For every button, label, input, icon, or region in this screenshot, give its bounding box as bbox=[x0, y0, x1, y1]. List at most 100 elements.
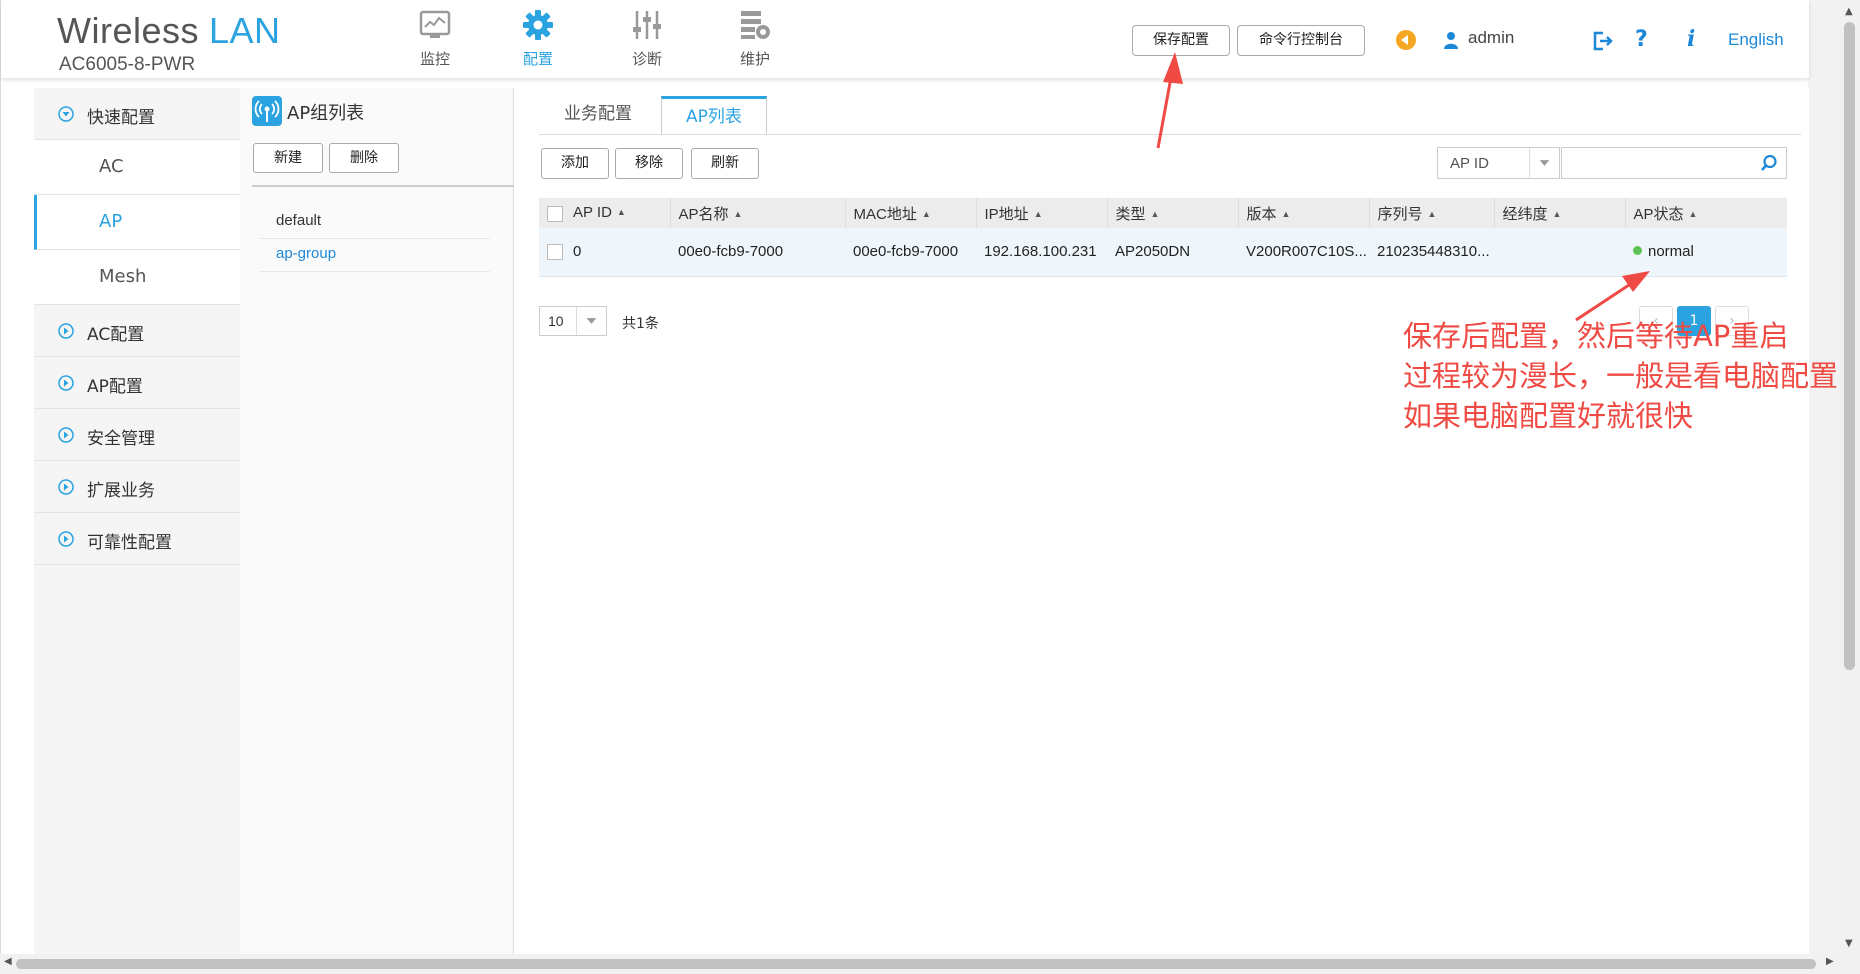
remove-ap-button[interactable]: 移除 bbox=[615, 148, 683, 179]
col-label: 序列号 bbox=[1377, 205, 1423, 223]
cell-text: 0 bbox=[573, 243, 582, 261]
col-header-mac[interactable]: MAC地址 ▲ bbox=[845, 198, 977, 228]
user-name[interactable]: admin bbox=[1468, 28, 1514, 48]
sidebar-item-label: AC bbox=[99, 156, 124, 177]
col-header-status[interactable]: AP状态 ▲ bbox=[1625, 198, 1787, 228]
chevron-down-icon bbox=[576, 307, 597, 335]
main-content: 业务配置 AP列表 添加 移除 刷新 AP ID AP ID ▲ AP名称 ▲ bbox=[515, 88, 1809, 954]
col-header-ap-id[interactable]: AP ID ▲ bbox=[539, 198, 671, 228]
device-model: AC6005-8-PWR bbox=[59, 54, 196, 75]
col-header-coords[interactable]: 经纬度 ▲ bbox=[1494, 198, 1626, 228]
sort-asc-icon: ▲ bbox=[921, 208, 931, 219]
col-header-type[interactable]: 类型 ▲ bbox=[1107, 198, 1239, 228]
group-item-default[interactable]: default bbox=[276, 212, 321, 229]
scroll-up-icon[interactable]: ▲ bbox=[1845, 6, 1853, 17]
status-text: normal bbox=[1648, 243, 1694, 261]
scroll-thumb[interactable] bbox=[1844, 22, 1855, 670]
sidebar-section-ap-config[interactable]: AP配置 bbox=[34, 357, 240, 409]
alarm-icon[interactable] bbox=[1395, 29, 1417, 51]
cli-console-button[interactable]: 命令行控制台 bbox=[1237, 25, 1365, 56]
new-group-button[interactable]: 新建 bbox=[253, 143, 323, 173]
wireless-ap-icon bbox=[252, 96, 282, 126]
scroll-left-icon[interactable]: ◀ bbox=[4, 956, 12, 967]
sidebar-item-mesh[interactable]: Mesh bbox=[34, 250, 240, 305]
group-divider bbox=[252, 185, 514, 187]
ap-group-panel: AP组列表 新建 删除 default ap-group bbox=[240, 88, 514, 954]
sidebar-item-label: AP bbox=[99, 211, 123, 232]
sidebar-section-extended[interactable]: 扩展业务 bbox=[34, 461, 240, 513]
sort-asc-icon: ▲ bbox=[1281, 208, 1291, 219]
tab-ap-list[interactable]: AP列表 bbox=[661, 96, 767, 134]
search-icon[interactable] bbox=[1760, 154, 1778, 172]
user-icon bbox=[1444, 32, 1458, 49]
sort-asc-icon: ▲ bbox=[1552, 208, 1562, 219]
select-all-checkbox[interactable] bbox=[547, 205, 563, 222]
sidebar-section-label: AC配置 bbox=[87, 325, 145, 345]
nav-diagnose-label: 诊断 bbox=[631, 50, 662, 68]
annotation-line: 过程较为漫长，一般是看电脑配置 bbox=[1403, 359, 1839, 393]
col-header-serial[interactable]: 序列号 ▲ bbox=[1369, 198, 1495, 228]
nav-config[interactable]: 配置 bbox=[502, 8, 574, 70]
language-switch-link[interactable]: English bbox=[1728, 30, 1784, 50]
sidebar-section-label: 安全管理 bbox=[87, 429, 155, 449]
chevron-down-circle-icon bbox=[58, 106, 74, 122]
page-total-count: 共1条 bbox=[622, 316, 659, 332]
search-field-value: AP ID bbox=[1450, 155, 1489, 172]
ap-table: AP ID ▲ AP名称 ▲ MAC地址 ▲ IP地址 ▲ 类型 ▲ 版本 ▲ 序列号 ▲ 经… bbox=[539, 198, 1787, 277]
col-label: MAC地址 bbox=[853, 205, 917, 223]
scroll-down-icon[interactable]: ▼ bbox=[1845, 938, 1853, 949]
group-item-ap-group[interactable]: ap-group bbox=[276, 245, 336, 262]
sidebar-section-label: 快速配置 bbox=[87, 108, 155, 128]
nav-monitor-label: 监控 bbox=[419, 50, 450, 68]
chevron-down-icon bbox=[1529, 148, 1550, 178]
help-icon[interactable]: ? bbox=[1635, 27, 1648, 52]
search-field-select[interactable]: AP ID bbox=[1437, 147, 1560, 179]
logout-icon[interactable] bbox=[1591, 30, 1613, 52]
title-wireless: Wireless bbox=[57, 10, 200, 51]
info-icon[interactable]: i bbox=[1687, 26, 1695, 52]
sidebar-section-reliability[interactable]: 可靠性配置 bbox=[34, 513, 240, 565]
annotation-line: 如果电脑配置好就很快 bbox=[1403, 399, 1694, 433]
sliders-icon bbox=[633, 11, 661, 39]
search-input[interactable] bbox=[1561, 147, 1787, 179]
annotation-line: 保存后配置，然后等待AP重启 bbox=[1403, 319, 1789, 353]
sidebar-section-security[interactable]: 安全管理 bbox=[34, 409, 240, 461]
col-header-ap-name[interactable]: AP名称 ▲ bbox=[670, 198, 846, 228]
top-header: Wireless LAN AC6005-8-PWR 监控 配置 诊断 维护 保存… bbox=[1, 0, 1809, 78]
table-row[interactable]: 0 00e0-fcb9-7000 00e0-fcb9-7000 192.168.… bbox=[539, 228, 1787, 277]
delete-group-button[interactable]: 删除 bbox=[329, 143, 399, 173]
gear-icon bbox=[523, 10, 553, 40]
scroll-thumb[interactable] bbox=[16, 959, 1816, 969]
nav-diagnose[interactable]: 诊断 bbox=[611, 8, 683, 70]
row-checkbox[interactable] bbox=[547, 244, 563, 261]
col-header-version[interactable]: 版本 ▲ bbox=[1238, 198, 1370, 228]
page-size-select[interactable]: 10 bbox=[539, 306, 607, 336]
sidebar-section-ac-config[interactable]: AC配置 bbox=[34, 305, 240, 357]
tab-service-config[interactable]: 业务配置 bbox=[539, 96, 657, 134]
left-sidebar: 快速配置 AC AP Mesh AC配置 AP配置 安全管理 扩展业务 可靠性配… bbox=[34, 88, 240, 954]
col-label: AP ID bbox=[573, 204, 612, 222]
nav-maintain[interactable]: 维护 bbox=[719, 8, 791, 70]
save-config-button[interactable]: 保存配置 bbox=[1132, 25, 1230, 56]
ap-group-list-title: AP组列表 bbox=[287, 103, 365, 124]
col-header-ip[interactable]: IP地址 ▲ bbox=[976, 198, 1108, 228]
nav-config-label: 配置 bbox=[522, 50, 553, 68]
monitor-icon bbox=[419, 10, 451, 38]
sidebar-section-quick-config[interactable]: 快速配置 bbox=[34, 88, 240, 140]
sidebar-section-label: 可靠性配置 bbox=[87, 533, 172, 553]
title-lan: LAN bbox=[209, 10, 281, 51]
sidebar-item-label: Mesh bbox=[99, 266, 147, 287]
nav-maintain-label: 维护 bbox=[739, 50, 770, 68]
nav-monitor[interactable]: 监控 bbox=[399, 8, 471, 70]
add-ap-button[interactable]: 添加 bbox=[541, 148, 609, 179]
cell-version: V200R007C10S... bbox=[1238, 228, 1369, 277]
vertical-scrollbar[interactable]: ▲ ▼ bbox=[1840, 0, 1860, 974]
chevron-right-circle-icon bbox=[58, 531, 74, 547]
refresh-button[interactable]: 刷新 bbox=[691, 148, 759, 179]
sidebar-item-ap[interactable]: AP bbox=[34, 195, 240, 250]
cell-ip: 192.168.100.231 bbox=[976, 228, 1107, 277]
horizontal-scrollbar[interactable]: ◀ ▶ bbox=[0, 954, 1840, 974]
scroll-right-icon[interactable]: ▶ bbox=[1826, 956, 1834, 967]
col-label: 版本 bbox=[1246, 205, 1277, 223]
sidebar-item-ac[interactable]: AC bbox=[34, 140, 240, 195]
